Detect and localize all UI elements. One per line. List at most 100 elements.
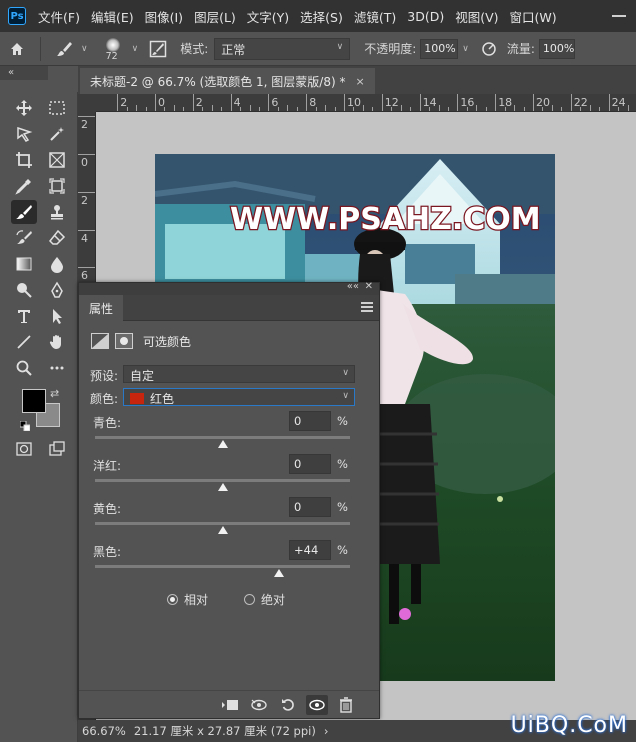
layer-mask-icon[interactable] bbox=[115, 333, 133, 349]
toggle-visibility-eye-icon[interactable] bbox=[306, 694, 328, 715]
menu-layer[interactable]: 图层(L) bbox=[194, 7, 236, 26]
tab-properties[interactable]: 属性 bbox=[79, 295, 124, 321]
ruler-tick bbox=[117, 94, 119, 111]
ruler-minor-tick bbox=[221, 107, 223, 111]
ruler-minor-tick bbox=[296, 107, 298, 111]
eraser-tool-icon[interactable] bbox=[44, 226, 70, 250]
slider-track[interactable] bbox=[95, 565, 350, 568]
menu-select[interactable]: 选择(S) bbox=[300, 7, 343, 26]
lasso-tool-icon[interactable] bbox=[11, 122, 37, 146]
ruler-minor-tick bbox=[145, 107, 147, 111]
menu-type[interactable]: 文字(Y) bbox=[247, 7, 289, 26]
default-colors-icon[interactable] bbox=[19, 420, 31, 432]
brush-settings-icon[interactable] bbox=[144, 35, 172, 63]
frame-tool-icon[interactable] bbox=[44, 148, 70, 172]
ruler-minor-tick bbox=[126, 107, 128, 111]
eyedropper-tool-icon[interactable] bbox=[11, 174, 37, 198]
slider-value-field[interactable]: 0 bbox=[289, 454, 331, 474]
slider-track[interactable] bbox=[95, 522, 350, 525]
blend-mode-select[interactable]: 正常 ∨ bbox=[214, 37, 351, 60]
absolute-radio[interactable] bbox=[244, 594, 256, 605]
tools-collapse-button[interactable]: « bbox=[0, 66, 48, 80]
pen-tool-icon[interactable] bbox=[44, 278, 70, 302]
slider-value-field[interactable]: 0 bbox=[289, 497, 331, 517]
ruler-tick bbox=[457, 94, 459, 111]
slider-thumb[interactable] bbox=[217, 440, 228, 448]
ruler-minor-tick bbox=[447, 107, 449, 111]
zoom-level-field[interactable]: 66.67% bbox=[78, 724, 134, 738]
menu-view[interactable]: 视图(V) bbox=[455, 7, 498, 26]
screen-mode-icon[interactable] bbox=[44, 437, 70, 461]
horizontal-ruler[interactable]: 2 0 2 4 6 8 10 12 14 16 18 20 22 24 bbox=[96, 94, 636, 112]
crop-tool-icon[interactable] bbox=[11, 148, 37, 172]
menu-window[interactable]: 窗口(W) bbox=[510, 7, 557, 26]
flow-field[interactable]: 100% bbox=[538, 38, 575, 59]
reset-defaults-icon[interactable] bbox=[277, 695, 299, 715]
menu-image[interactable]: 图像(I) bbox=[145, 7, 183, 26]
close-icon[interactable]: × bbox=[355, 75, 364, 88]
flow-label: 流量: bbox=[506, 42, 535, 56]
quick-mask-icon[interactable] bbox=[11, 437, 37, 461]
swap-colors-icon[interactable]: ⇄ bbox=[50, 387, 59, 400]
adjustment-name: 可选颜色 bbox=[143, 334, 192, 349]
frame-3d-tool-icon[interactable] bbox=[44, 174, 70, 198]
type-tool-icon[interactable] bbox=[11, 304, 37, 328]
delete-layer-trash-icon[interactable] bbox=[335, 695, 357, 715]
menu-file[interactable]: 文件(F) bbox=[38, 7, 80, 26]
ruler-minor-tick bbox=[258, 107, 260, 111]
collapse-panel-icon[interactable]: «« bbox=[347, 281, 359, 292]
slider-label: 黄色: bbox=[93, 502, 122, 516]
colors-select[interactable]: 红色 ∨ bbox=[123, 388, 355, 406]
opacity-field[interactable]: 100% bbox=[420, 38, 459, 59]
photoshop-logo-icon: Ps bbox=[8, 7, 26, 25]
slider-thumb[interactable] bbox=[217, 526, 228, 534]
blur-tool-icon[interactable] bbox=[44, 252, 70, 276]
ruler-minor-tick bbox=[580, 107, 582, 111]
dodge-tool-icon[interactable] bbox=[11, 278, 37, 302]
path-selection-tool-icon[interactable] bbox=[44, 304, 70, 328]
slider-value-field[interactable]: 0 bbox=[289, 411, 331, 431]
foreground-color-swatch[interactable] bbox=[22, 389, 46, 413]
ruler-minor-tick bbox=[466, 107, 468, 111]
brush-size-chevron-icon[interactable]: ∨ bbox=[132, 44, 139, 54]
more-tools-icon[interactable] bbox=[44, 356, 70, 380]
status-menu-chevron-icon[interactable]: › bbox=[324, 724, 329, 738]
slider-track[interactable] bbox=[95, 479, 350, 482]
brush-tool-preset-icon[interactable] bbox=[47, 35, 81, 63]
relative-radio[interactable] bbox=[167, 594, 178, 605]
magic-wand-tool-icon[interactable] bbox=[44, 122, 70, 146]
menu-edit[interactable]: 编辑(E) bbox=[91, 7, 134, 26]
ruler-tick bbox=[155, 94, 156, 111]
marquee-tool-icon[interactable] bbox=[44, 96, 70, 120]
move-tool-icon[interactable] bbox=[11, 96, 37, 120]
hand-tool-icon[interactable] bbox=[44, 330, 70, 354]
menu-3d[interactable]: 3D(D) bbox=[407, 9, 444, 24]
history-brush-tool-icon[interactable] bbox=[11, 226, 37, 250]
selective-color-adjustment-icon[interactable] bbox=[91, 333, 109, 349]
slider-thumb[interactable] bbox=[217, 483, 228, 491]
ruler-minor-tick bbox=[599, 107, 601, 111]
view-previous-state-icon[interactable] bbox=[248, 695, 270, 715]
ruler-minor-tick bbox=[287, 105, 289, 111]
gradient-tool-icon[interactable] bbox=[11, 252, 37, 276]
preset-dropdown-chevron-icon[interactable]: ∨ bbox=[81, 44, 88, 54]
slider-track[interactable] bbox=[95, 436, 350, 439]
pressure-opacity-icon[interactable] bbox=[477, 37, 501, 61]
opacity-chevron-icon[interactable]: ∨ bbox=[462, 44, 469, 54]
home-icon[interactable] bbox=[0, 35, 34, 63]
line-tool-icon[interactable] bbox=[11, 330, 37, 354]
percent-unit-label: % bbox=[337, 500, 348, 514]
brush-size-picker[interactable]: 72 bbox=[96, 34, 132, 64]
slider-value-field[interactable]: +44 bbox=[289, 540, 331, 560]
brush-tool-icon[interactable] bbox=[11, 200, 37, 224]
menu-filter[interactable]: 滤镜(T) bbox=[354, 7, 396, 26]
preset-select[interactable]: 自定 ∨ bbox=[123, 365, 355, 383]
panel-menu-icon[interactable] bbox=[361, 302, 373, 312]
slider-thumb[interactable] bbox=[273, 569, 284, 577]
clip-to-layer-icon[interactable] bbox=[219, 695, 241, 715]
minimize-icon[interactable] bbox=[612, 8, 626, 22]
document-tab[interactable]: 未标题-2 @ 66.7% (选取颜色 1, 图层蒙版/8) * × bbox=[80, 68, 375, 94]
stamp-tool-icon[interactable] bbox=[44, 200, 70, 224]
zoom-tool-icon[interactable] bbox=[11, 356, 37, 380]
close-panel-icon[interactable]: ✕ bbox=[365, 281, 373, 292]
